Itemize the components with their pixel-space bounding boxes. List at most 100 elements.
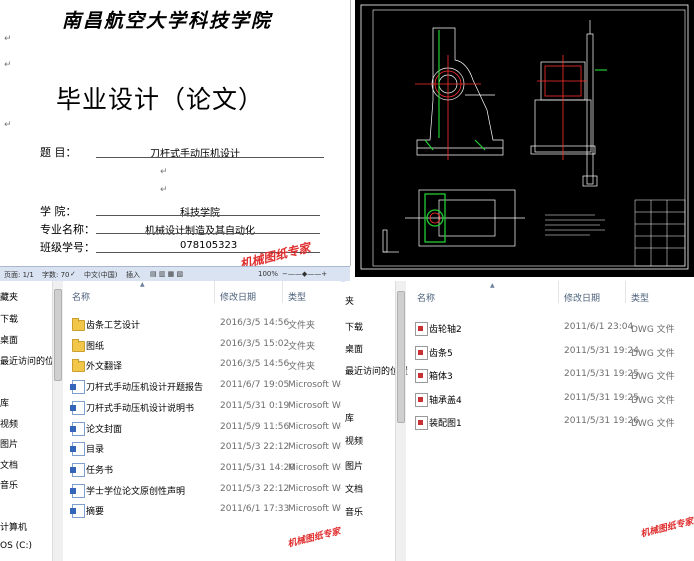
nav-scrollbar[interactable] bbox=[395, 281, 406, 561]
column-header-type[interactable]: 类型 bbox=[288, 290, 306, 303]
nav-item-pictures[interactable]: 图片 bbox=[0, 437, 18, 450]
nav-item-pictures[interactable]: 图片 bbox=[345, 459, 363, 472]
field-value-college: 科技学院 bbox=[180, 208, 220, 219]
file-date: 2011/6/1 17:33 bbox=[220, 504, 290, 515]
watermark-text: 机械图纸专家 bbox=[286, 526, 341, 550]
file-row[interactable]: 箱体3 2011/5/31 19:25 DWG 文件 bbox=[415, 365, 685, 385]
nav-scrollbar-thumb[interactable] bbox=[54, 289, 62, 381]
nav-item-favorites[interactable]: 夹 bbox=[345, 294, 354, 307]
status-language[interactable]: 中文(中国) bbox=[84, 270, 117, 280]
file-name: 齿条工艺设计 bbox=[86, 321, 141, 331]
nav-item-documents[interactable]: 文档 bbox=[0, 458, 18, 471]
view-buttons-icon[interactable]: ▤ ▥ ▦ ▧ bbox=[150, 270, 183, 278]
file-date: 2016/3/5 14:56 bbox=[220, 318, 290, 328]
file-type: Microsoft Word bbox=[288, 462, 341, 473]
file-type: DWG 文件 bbox=[631, 419, 675, 429]
nav-item-libraries[interactable]: 库 bbox=[0, 396, 9, 409]
column-divider[interactable] bbox=[282, 281, 283, 303]
dwg-icon bbox=[415, 392, 428, 407]
status-page[interactable]: 页面: 1/1 bbox=[4, 270, 34, 280]
word-icon bbox=[70, 483, 85, 498]
word-document-page: 南昌航空大学科技学院 ↵ ↵ 毕业设计（论文） ↵ 题 目： 刀杆式手动压机设计… bbox=[0, 0, 351, 266]
folder-icon bbox=[72, 338, 85, 352]
file-date: 2011/5/9 11:56 bbox=[220, 421, 290, 432]
word-icon bbox=[70, 380, 85, 395]
file-type: 文件夹 bbox=[288, 362, 316, 373]
paragraph-mark: ↵ bbox=[4, 60, 12, 70]
word-icon bbox=[70, 442, 85, 457]
status-word-count[interactable]: 字数: 70 bbox=[42, 270, 70, 280]
column-header-name[interactable]: 名称 bbox=[417, 291, 435, 304]
cad-drawing-viewport[interactable] bbox=[355, 0, 694, 277]
cad-drawing bbox=[360, 4, 689, 270]
file-row[interactable]: 刀杆式手动压机设计开题报告 2011/6/7 19:05Microsoft Wor… bbox=[70, 376, 341, 396]
column-divider[interactable] bbox=[558, 281, 559, 303]
file-type: Microsoft Word bbox=[288, 421, 341, 432]
file-row[interactable]: 齿条工艺设计 2016/3/5 14:56 文件夹 bbox=[72, 314, 341, 334]
dwg-icon bbox=[415, 345, 428, 360]
file-row[interactable]: 外文翻译 2016/3/5 14:56 文件夹 bbox=[72, 355, 341, 375]
nav-item-music[interactable]: 音乐 bbox=[0, 478, 18, 491]
field-label-topic: 题 目： bbox=[40, 146, 77, 159]
column-header-date[interactable]: 修改日期 bbox=[220, 290, 256, 303]
folder-icon bbox=[72, 318, 85, 331]
file-name: 学士学位论文原创性声明 bbox=[86, 486, 186, 497]
column-divider[interactable] bbox=[214, 281, 215, 303]
file-date: 2011/5/31 19:24 bbox=[564, 345, 639, 356]
nav-scrollbar-thumb[interactable] bbox=[397, 291, 405, 423]
file-name: 齿轮轴2 bbox=[429, 325, 462, 335]
file-row[interactable]: 装配图1 2011/5/31 19:26 DWG 文件 bbox=[415, 412, 685, 432]
nav-item-videos[interactable]: 视频 bbox=[0, 417, 18, 430]
file-row[interactable]: 摘要 2011/6/1 17:33Microsoft Word bbox=[70, 500, 341, 520]
file-date: 2011/5/31 0:19 bbox=[220, 400, 290, 411]
file-date: 2011/5/31 19:26 bbox=[564, 416, 639, 426]
column-header-type[interactable]: 类型 bbox=[631, 291, 649, 304]
nav-item-computer[interactable]: 计算机 bbox=[0, 520, 27, 533]
nav-item-libraries[interactable]: 库 bbox=[345, 411, 354, 424]
field-value-student-id: 078105323 bbox=[180, 240, 238, 251]
file-row[interactable]: 学士学位论文原创性声明 2011/5/3 22:12Microsoft Word bbox=[70, 480, 341, 500]
file-name: 图纸 bbox=[86, 341, 105, 352]
nav-item-desktop[interactable]: 桌面 bbox=[345, 342, 363, 355]
nav-item-documents[interactable]: 文档 bbox=[345, 482, 363, 495]
status-insert-mode[interactable]: 插入 bbox=[126, 270, 140, 280]
file-row[interactable]: 轴承盖4 2011/5/31 19:25 DWG 文件 bbox=[415, 389, 685, 409]
column-header-date[interactable]: 修改日期 bbox=[564, 291, 600, 304]
file-date: 2011/5/31 19:25 bbox=[564, 392, 639, 403]
column-divider[interactable] bbox=[625, 281, 626, 303]
sort-arrow-icon: ▲ bbox=[490, 282, 495, 289]
column-header-name[interactable]: 名称 bbox=[72, 290, 90, 303]
file-row[interactable]: 论文封面 2011/5/9 11:56Microsoft Word bbox=[70, 418, 341, 438]
zoom-slider[interactable]: −——◆——+ bbox=[282, 270, 327, 278]
word-icon bbox=[70, 421, 85, 436]
file-row[interactable]: 刀杆式手动压机设计说明书 2011/5/31 0:19Microsoft Word bbox=[70, 397, 341, 417]
nav-item-videos[interactable]: 视频 bbox=[345, 434, 363, 447]
nav-item-drive-c[interactable]: OS (C:) bbox=[0, 541, 32, 551]
sort-arrow-icon: ▲ bbox=[140, 281, 145, 288]
file-row[interactable]: 齿轮轴2 2011/6/1 23:04 DWG 文件 bbox=[415, 318, 685, 338]
file-date: 2011/5/3 22:12 bbox=[220, 442, 290, 453]
nav-item-downloads[interactable]: 下载 bbox=[0, 312, 18, 325]
file-row[interactable]: 任务书 2011/5/31 14:20Microsoft Word bbox=[70, 459, 341, 479]
dwg-icon bbox=[415, 369, 428, 383]
watermark-text: 机械图纸专家 bbox=[639, 516, 694, 540]
file-date: 2011/5/31 19:25 bbox=[564, 369, 639, 379]
file-name: 任务书 bbox=[86, 465, 114, 476]
nav-item-desktop[interactable]: 桌面 bbox=[0, 333, 18, 346]
nav-item-downloads[interactable]: 下载 bbox=[345, 320, 363, 333]
folder-icon bbox=[72, 359, 85, 373]
nav-item-favorites[interactable]: 藏夹 bbox=[0, 290, 18, 303]
file-row[interactable]: 齿条5 2011/5/31 19:24 DWG 文件 bbox=[415, 342, 685, 362]
field-underline bbox=[96, 233, 320, 234]
file-name: 刀杆式手动压机设计说明书 bbox=[86, 403, 195, 414]
file-row[interactable]: 目录 2011/5/3 22:12Microsoft Word bbox=[70, 438, 341, 458]
document-title: 毕业设计（论文） bbox=[56, 85, 265, 114]
file-name: 摘要 bbox=[86, 507, 105, 518]
spellcheck-icon[interactable]: ✓ bbox=[70, 270, 76, 278]
file-row[interactable]: 图纸 2016/3/5 15:02 文件夹 bbox=[72, 335, 341, 355]
field-underline bbox=[96, 215, 320, 216]
file-type: Microsoft Word bbox=[288, 483, 341, 494]
status-zoom[interactable]: 100% bbox=[258, 270, 278, 278]
nav-item-music[interactable]: 音乐 bbox=[345, 505, 363, 518]
nav-scrollbar[interactable] bbox=[52, 281, 63, 561]
